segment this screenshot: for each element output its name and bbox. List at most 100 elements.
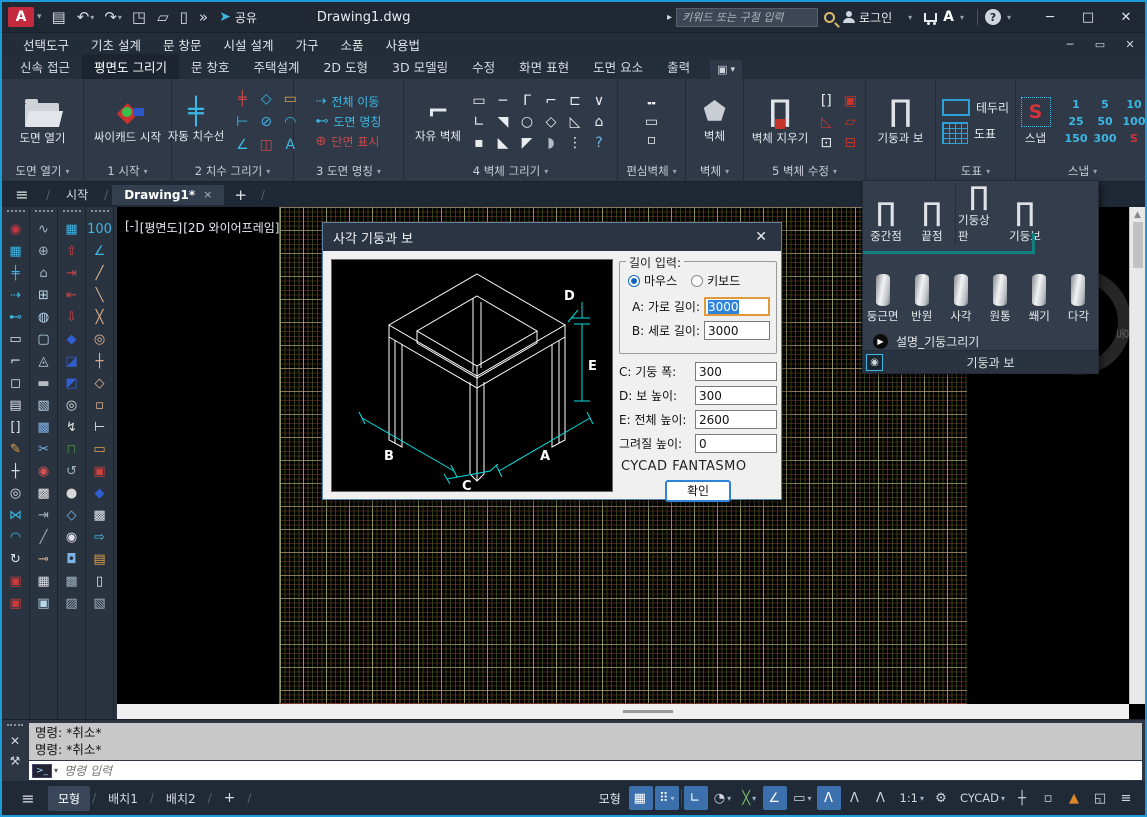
annotation-autoscale-button[interactable]: Ʌ	[843, 786, 867, 810]
app-menu-caret-icon[interactable]: ▾	[37, 12, 42, 22]
wall-diamond-icon[interactable]: ◇	[540, 112, 562, 132]
wall-edit-tool-icon[interactable]: ▤	[4, 394, 28, 416]
vertical-scrollbar[interactable]: ▲	[1129, 207, 1145, 704]
share-button[interactable]: ➤ 공유	[219, 9, 257, 26]
login-button[interactable]: 로그인	[859, 9, 892, 26]
offset-icon[interactable]: ⇥	[32, 504, 56, 526]
status-menu-icon[interactable]: ≡	[8, 789, 48, 808]
wall-erase-button[interactable]: ∏ 벽체 지우기	[748, 97, 813, 146]
table-button[interactable]: 도표	[942, 122, 1009, 144]
region-icon[interactable]: ▩	[32, 482, 56, 504]
dim-door-icon[interactable]: ◫	[255, 134, 277, 156]
print-set-icon[interactable]: ▧	[88, 592, 112, 614]
rotate-icon[interactable]: ↻	[4, 548, 28, 570]
angle-override-button[interactable]: ∠	[763, 786, 787, 810]
search-input[interactable]	[676, 8, 818, 27]
free-wall-button[interactable]: ⌐ 자유 벽체	[411, 99, 465, 144]
ruler-icon[interactable]: ▭	[88, 438, 112, 460]
snap-line2-icon[interactable]: ╲	[88, 284, 112, 306]
attach-left-icon[interactable]: ⇤	[60, 284, 84, 306]
dialog-input[interactable]: 0	[695, 434, 777, 453]
snap-handle-icon[interactable]: ◇	[88, 372, 112, 394]
panel-pin-button[interactable]: ◉	[866, 354, 883, 371]
customize-button[interactable]: ≡	[1115, 786, 1139, 810]
maximize-button[interactable]: □	[1069, 2, 1107, 32]
snap-10-button[interactable]: 10	[1120, 96, 1147, 113]
tab-doors-windows[interactable]: 문 창호	[179, 54, 241, 79]
union-icon[interactable]: ▩	[32, 416, 56, 438]
wall-l-icon[interactable]: ∟	[468, 112, 490, 132]
group-footer-open[interactable]: 도면 열기▾	[2, 161, 83, 181]
auto-dimension-icon[interactable]: ╪	[4, 262, 28, 284]
wall-cut-quad-icon[interactable]: ▱	[839, 112, 861, 132]
tab-2d-shapes[interactable]: 2D 도형	[311, 54, 380, 79]
array-window-icon[interactable]: ▦	[32, 570, 56, 592]
command-tools-icon[interactable]: ⚒	[10, 754, 21, 768]
search-icon[interactable]	[824, 12, 835, 23]
snap-mode-button[interactable]: ⠿▾	[655, 786, 679, 810]
radio-mouse[interactable]: 마우스	[628, 272, 677, 289]
command-history[interactable]: 명령: *취소*명령: *취소*	[29, 723, 1142, 760]
drawing-title-icon[interactable]: ⊷	[4, 306, 28, 328]
fillet-icon[interactable]: ◠	[4, 526, 28, 548]
group-footer-table[interactable]: 도표▾	[936, 161, 1015, 181]
group-footer-wall-modify[interactable]: 5 벽체 수정▾	[744, 161, 865, 181]
orbit-icon[interactable]: ↺	[60, 460, 84, 482]
render-copy-icon[interactable]: ▩	[60, 570, 84, 592]
menu-props[interactable]: 소품	[329, 35, 374, 54]
dim-horizontal-icon[interactable]: ⊢	[231, 111, 253, 133]
camera-icon[interactable]: ◉	[60, 526, 84, 548]
close-button[interactable]: ✕	[1107, 2, 1145, 32]
viewport-view-button[interactable]: [평면도]	[140, 219, 182, 236]
wall-button[interactable]: ⬟ 벽체	[699, 99, 730, 144]
move-all-button[interactable]: ⇢전체 이동	[316, 93, 380, 110]
clean-screen-button[interactable]: ◱	[1089, 786, 1113, 810]
trim-icon[interactable]: ✂	[32, 438, 56, 460]
tab-modify[interactable]: 수정	[460, 54, 507, 79]
toolbar-handle[interactable]	[63, 210, 81, 214]
snap-circle-icon[interactable]: ◎	[88, 328, 112, 350]
tab-plan-drawing[interactable]: 평면도 그리기	[82, 54, 179, 79]
doc-close-button[interactable]: ✕	[1115, 38, 1145, 51]
autodesk-a-icon[interactable]: A	[943, 9, 954, 25]
wall-tri2-icon[interactable]: ◣	[492, 133, 514, 153]
snap-point-icon[interactable]: ▫	[88, 394, 112, 416]
split-icon[interactable]: ╱	[32, 526, 56, 548]
store-cart-icon[interactable]	[924, 13, 937, 22]
dialog-titlebar[interactable]: 사각 기둥과 보 ✕	[323, 223, 781, 251]
wall-join-icon[interactable]: ⊟	[839, 133, 861, 153]
wall-circle-icon[interactable]: ○	[516, 112, 538, 132]
snap-150-button[interactable]: 150	[1062, 130, 1091, 147]
attach-right-icon[interactable]: ⇥	[60, 262, 84, 284]
menu-facility-design[interactable]: 시설 설계	[212, 35, 284, 54]
column-wedge-button[interactable]: 쐐기	[1020, 255, 1059, 327]
press-down-icon[interactable]: ⇩	[60, 306, 84, 328]
wall-dumbbell-icon[interactable]: ⋮	[564, 133, 586, 153]
toolbar-handle[interactable]	[91, 210, 109, 214]
border-button[interactable]: 테두리	[942, 99, 1009, 116]
doc-menu-icon[interactable]: ≡	[2, 185, 42, 204]
tab-quick-access[interactable]: 신속 접근	[8, 54, 82, 79]
dialog-input[interactable]: 300	[695, 362, 777, 381]
box-blue-icon[interactable]: ◆	[60, 328, 84, 350]
snap-button[interactable]: S 스냅	[1017, 97, 1055, 146]
dynamic-input-button[interactable]: ▭▾	[789, 786, 815, 810]
viewport-visualstyle-button[interactable]: [2D 와이어프레임]	[183, 219, 279, 236]
dim-angle-icon[interactable]: ∠	[231, 134, 253, 156]
dim-h-icon[interactable]: ⊢	[88, 416, 112, 438]
cycad-start-icon[interactable]: ◉	[4, 218, 28, 240]
loft-icon[interactable]: ◍	[32, 306, 56, 328]
search-expander-icon[interactable]: ▸	[667, 12, 672, 23]
group-footer-names[interactable]: 3 도면 명칭▾	[294, 161, 403, 181]
spline-icon[interactable]: ∿	[32, 218, 56, 240]
open-button[interactable]: ▱	[153, 7, 174, 27]
auto-dimension-button[interactable]: ╪ 자동 치수선	[164, 99, 229, 144]
section-mark-button[interactable]: ⊕단면 표시	[316, 133, 380, 150]
wall-line-icon[interactable]: ─	[492, 91, 514, 111]
window-blocks-icon[interactable]: ▦	[4, 240, 28, 262]
group-footer-walls[interactable]: 4 벽체 그리기▾	[404, 161, 617, 181]
toolbar-handle[interactable]	[35, 210, 53, 214]
more-tools-button[interactable]: »	[195, 7, 213, 27]
start-tab[interactable]: 시작	[54, 183, 100, 206]
ecc-axis-icon[interactable]: ╍	[647, 97, 655, 111]
